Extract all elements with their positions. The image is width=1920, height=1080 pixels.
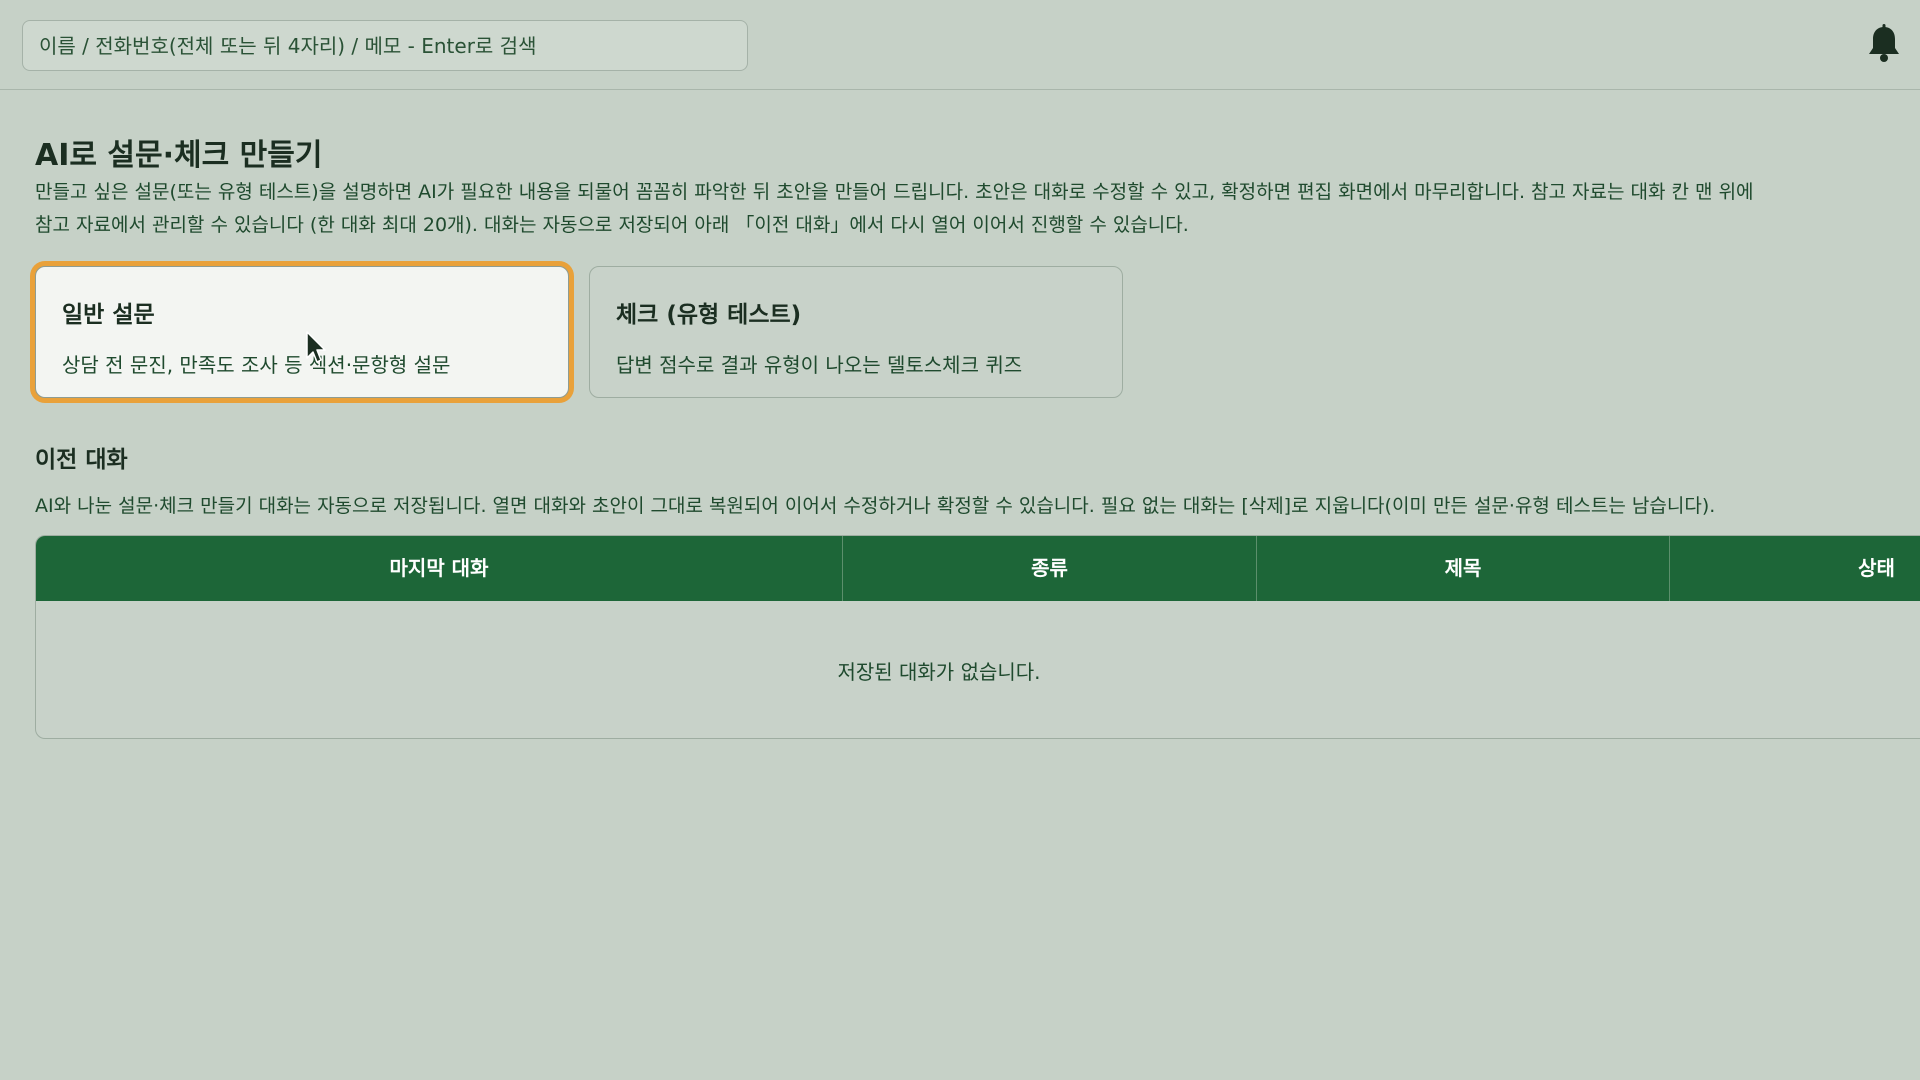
- column-header-last-chat[interactable]: 마지막 대화: [36, 536, 843, 601]
- page-title: AI로 설문·체크 만들기: [35, 138, 323, 173]
- top-bar: [0, 0, 1920, 90]
- mouse-cursor-icon: [306, 331, 326, 363]
- card-subtitle: 답변 점수로 결과 유형이 나오는 델토스체크 퀴즈: [616, 353, 1023, 377]
- history-table: 마지막 대화 종류 제목 상태 저장된 대화가 없습니다.: [35, 535, 1920, 739]
- page-description-line-1: 만들고 싶은 설문(또는 유형 테스트)을 설명하면 AI가 필요한 내용을 되…: [35, 181, 1754, 203]
- column-header-title[interactable]: 제목: [1257, 536, 1670, 601]
- page-description: 만들고 싶은 설문(또는 유형 테스트)을 설명하면 AI가 필요한 내용을 되…: [35, 176, 1920, 242]
- survey-type-card-check[interactable]: 체크 (유형 테스트) 답변 점수로 결과 유형이 나오는 델토스체크 퀴즈: [589, 266, 1123, 398]
- card-title: 체크 (유형 테스트): [616, 302, 802, 328]
- bell-icon[interactable]: [1866, 24, 1902, 64]
- page-description-line-2: 참고 자료에서 관리할 수 있습니다 (한 대화 최대 20개). 대화는 자동…: [35, 214, 1189, 236]
- column-header-type[interactable]: 종류: [843, 536, 1257, 601]
- history-table-header: 마지막 대화 종류 제목 상태: [36, 536, 1920, 601]
- search-input[interactable]: [22, 20, 748, 71]
- survey-type-card-general[interactable]: 일반 설문 상담 전 문진, 만족도 조사 등 섹션·문항형 설문: [35, 266, 569, 398]
- column-header-status[interactable]: 상태: [1670, 536, 1920, 601]
- history-section-description: AI와 나눈 설문·체크 만들기 대화는 자동으로 저장됩니다. 열면 대화와 …: [35, 495, 1716, 517]
- history-section-title: 이전 대화: [35, 447, 128, 473]
- card-subtitle: 상담 전 문진, 만족도 조사 등 섹션·문항형 설문: [62, 353, 451, 377]
- card-title: 일반 설문: [62, 302, 155, 328]
- empty-table-message: 저장된 대화가 없습니다.: [837, 660, 1041, 684]
